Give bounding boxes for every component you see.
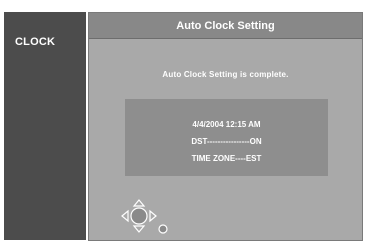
- navigation-hint: [117, 196, 177, 236]
- clock-info-box: 4/4/2004 12:15 AM DST----------------ON …: [125, 99, 328, 176]
- clock-dst: DST----------------ON: [191, 137, 262, 146]
- enter-dot-icon: [158, 224, 168, 234]
- sidebar: CLOCK: [4, 12, 86, 240]
- panel-title-bar: Auto Clock Setting: [89, 13, 362, 39]
- clock-datetime: 4/4/2004 12:15 AM: [192, 120, 261, 129]
- osd-screen: CLOCK Auto Clock Setting Auto Clock Sett…: [0, 0, 368, 247]
- clock-timezone: TIME ZONE----EST: [191, 154, 262, 163]
- sidebar-label-clock: CLOCK: [15, 36, 56, 48]
- panel-title: Auto Clock Setting: [176, 20, 275, 32]
- auto-clock-panel: Auto Clock Setting Auto Clock Setting is…: [88, 12, 363, 241]
- completion-message: Auto Clock Setting is complete.: [162, 70, 289, 79]
